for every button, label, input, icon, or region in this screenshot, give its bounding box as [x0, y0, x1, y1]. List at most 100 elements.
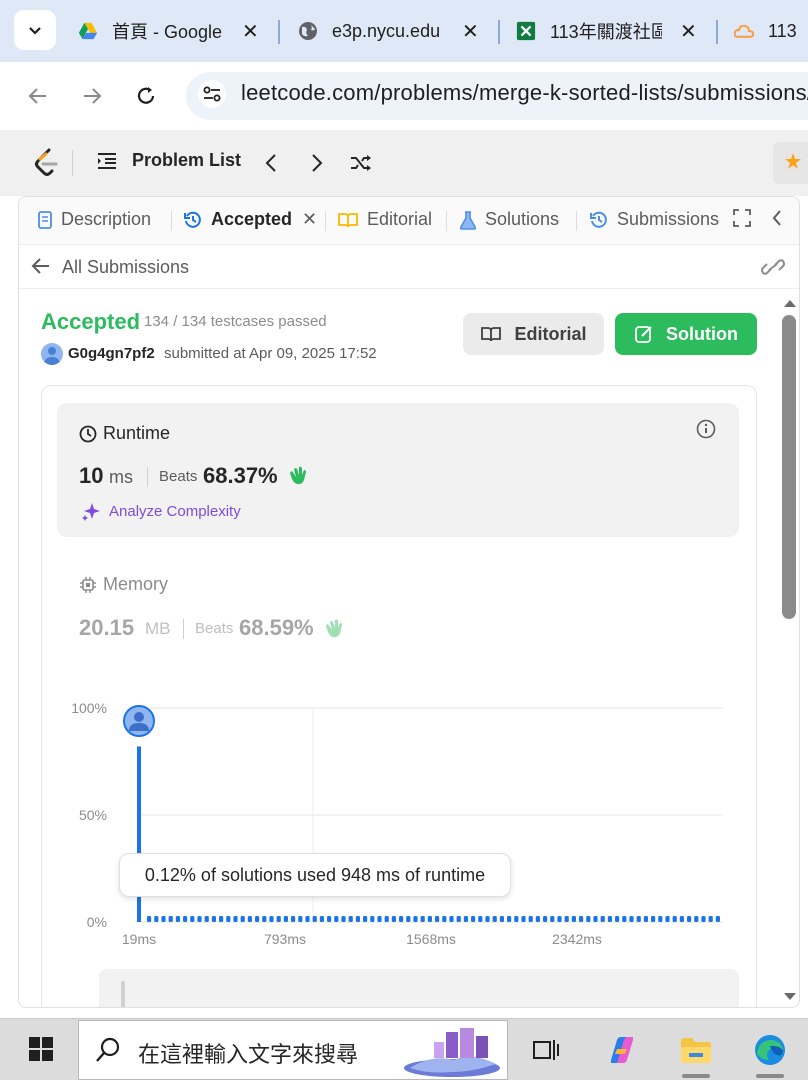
chart-bar	[615, 916, 620, 922]
submission-panel: Description Accepted ✕ Editorial Solutio…	[18, 196, 800, 1008]
fullscreen-icon[interactable]	[733, 209, 751, 227]
edge-browser-icon[interactable]	[752, 1032, 788, 1068]
tab-divider	[498, 20, 500, 44]
document-icon	[37, 210, 53, 230]
chart-bar	[291, 916, 296, 922]
chart-bar	[701, 916, 706, 922]
leetcode-logo-icon[interactable]	[34, 148, 60, 183]
browser-tab[interactable]: 首頁 - Google ✕	[78, 10, 259, 52]
chart-bar	[456, 916, 461, 922]
tab-accepted[interactable]: Accepted ✕	[183, 209, 317, 230]
solution-button[interactable]: Solution	[615, 313, 757, 355]
close-icon[interactable]: ✕	[680, 19, 697, 44]
back-arrow-icon[interactable]	[31, 257, 51, 275]
memory-label[interactable]: Memory	[79, 574, 168, 595]
globe-icon	[298, 21, 318, 41]
runtime-distribution-chart[interactable]: 100% 50% 0% 19ms 793ms 1568ms 2342ms	[59, 691, 739, 961]
browser-tab[interactable]: 113年關渡社區 ✕	[516, 10, 697, 52]
chart-bar	[406, 916, 411, 922]
browser-tab[interactable]: 113	[734, 10, 797, 52]
active-app-indicator	[756, 1074, 784, 1078]
chart-bar	[175, 916, 180, 922]
scroll-up-icon[interactable]	[783, 295, 797, 313]
runtime-beats-label: Beats	[159, 468, 198, 485]
prev-problem-icon[interactable]	[258, 150, 284, 176]
chart-bar	[399, 916, 404, 922]
close-tab-icon[interactable]: ✕	[302, 209, 317, 230]
browser-tab[interactable]: e3p.nycu.edu ✕	[298, 10, 479, 52]
y-tick-label: 0%	[87, 914, 107, 930]
scrollbar-thumb[interactable]	[782, 315, 796, 619]
forward-arrow-icon[interactable]	[78, 82, 106, 110]
chart-bar	[355, 916, 360, 922]
chart-bar	[391, 916, 396, 922]
chart-bar	[154, 916, 159, 922]
chart-bar	[233, 916, 238, 922]
problem-list-link[interactable]: Problem List	[96, 150, 241, 171]
tab-search-button[interactable]	[14, 10, 56, 50]
divider	[121, 981, 125, 1007]
site-settings-icon[interactable]	[198, 80, 226, 108]
tab-solutions[interactable]: Solutions	[459, 209, 559, 230]
chart-bar	[708, 916, 713, 922]
chart-bar	[507, 916, 512, 922]
tab-divider	[325, 211, 326, 231]
excel-icon	[516, 21, 536, 41]
tab-editorial[interactable]: Editorial	[337, 209, 432, 230]
link-icon[interactable]	[761, 257, 785, 277]
all-submissions-link[interactable]: All Submissions	[62, 257, 189, 278]
chart-bar	[305, 916, 310, 922]
username[interactable]: G0g4gn7pf2	[68, 345, 155, 362]
editorial-button[interactable]: Editorial	[463, 313, 604, 355]
chart-bar	[190, 916, 195, 922]
shuffle-icon[interactable]	[348, 150, 374, 176]
submitted-at: submitted at Apr 09, 2025 17:52	[164, 345, 377, 362]
file-explorer-icon[interactable]	[678, 1032, 714, 1068]
close-icon[interactable]: ✕	[242, 19, 259, 44]
chart-bar	[363, 916, 368, 922]
premium-button[interactable]	[773, 142, 808, 184]
chart-bar	[600, 916, 605, 922]
history-icon	[183, 210, 203, 230]
chart-bar	[478, 916, 483, 922]
windows-start-icon[interactable]	[28, 1036, 54, 1067]
reload-icon[interactable]	[132, 82, 160, 110]
taskbar-search-placeholder: 在這裡輸入文字來搜尋	[138, 1042, 359, 1067]
runtime-unit: ms	[109, 467, 133, 487]
url-text[interactable]: leetcode.com/problems/merge-k-sorted-lis…	[241, 80, 808, 106]
collapse-panel-icon[interactable]	[771, 209, 783, 227]
chart-bar	[586, 916, 591, 922]
tab-title: 首頁 - Google	[112, 22, 223, 42]
analyze-complexity-link[interactable]: Analyze Complexity	[81, 501, 241, 521]
chart-bar	[420, 916, 425, 922]
book-icon	[337, 211, 359, 229]
tab-description[interactable]: Description	[37, 209, 151, 230]
scroll-down-icon[interactable]	[783, 989, 797, 1007]
chart-bar	[643, 916, 648, 922]
chart-bar	[427, 916, 432, 922]
chart-bar	[370, 916, 375, 922]
memory-value: 20.15	[79, 615, 135, 640]
tab-divider	[171, 211, 172, 231]
memory-unit: MB	[145, 619, 171, 638]
chart-bar	[687, 916, 692, 922]
divider	[147, 467, 148, 487]
avatar[interactable]	[41, 343, 63, 365]
next-problem-icon[interactable]	[304, 150, 330, 176]
chart-bar	[485, 916, 490, 922]
tab-submissions[interactable]: Submissions	[589, 209, 719, 230]
tab-title: 113	[768, 20, 797, 41]
chart-bar	[557, 916, 562, 922]
runtime-beats-value: 68.37%	[203, 463, 278, 488]
back-arrow-icon[interactable]	[24, 82, 52, 110]
copilot-icon[interactable]	[604, 1032, 640, 1068]
cloud-icon	[734, 21, 754, 41]
task-view-icon[interactable]	[528, 1032, 564, 1068]
close-icon[interactable]: ✕	[462, 19, 479, 44]
premium-icon	[785, 153, 801, 169]
chart-bar	[658, 916, 663, 922]
clock-icon	[79, 425, 97, 443]
info-icon[interactable]	[696, 419, 716, 444]
chart-bar	[283, 916, 288, 922]
memory-beats-value: 68.59%	[239, 615, 314, 640]
